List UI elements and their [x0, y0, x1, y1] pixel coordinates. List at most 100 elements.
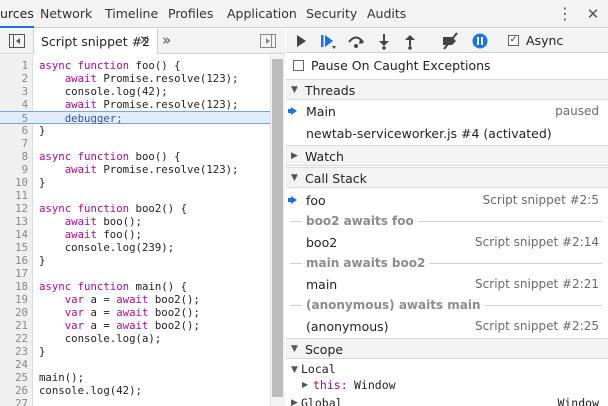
code-line[interactable]: 2 await Promise.resolve(123); — [0, 72, 270, 85]
keyword-token: await — [64, 215, 97, 228]
line-number[interactable]: 13 — [0, 215, 28, 228]
scope-section-header[interactable]: ▼ Scope — [286, 338, 608, 359]
call-frame-location[interactable]: Script snippet #2:14 — [475, 235, 599, 249]
code-line[interactable]: 14 await foo(); — [0, 228, 270, 241]
tab-network[interactable]: Network — [40, 0, 92, 28]
step-over-icon[interactable] — [346, 31, 366, 51]
scope-this-property[interactable]: ▶ this: Window — [286, 376, 608, 393]
call-frame-boo2[interactable]: boo2 Script snippet #2:14 — [286, 232, 608, 253]
deactivate-breakpoints-icon[interactable] — [440, 31, 460, 51]
toggle-navigator-icon[interactable] — [9, 34, 25, 48]
thread-item-serviceworker[interactable]: newtab-serviceworker.js #4 (activated) — [286, 123, 608, 144]
line-number[interactable]: 11 — [0, 189, 28, 202]
line-number[interactable]: 14 — [0, 228, 28, 241]
line-number[interactable]: 16 — [0, 254, 28, 267]
scope-global[interactable]: ▶ Global Window — [286, 395, 608, 406]
editor-scrollbar-thumb[interactable] — [272, 59, 283, 397]
step-out-icon[interactable] — [400, 31, 420, 51]
line-number[interactable]: 22 — [0, 332, 28, 345]
code-line[interactable]: 1 async function foo() { — [0, 59, 270, 72]
line-number[interactable]: 25 — [0, 371, 28, 384]
line-number[interactable]: 27 — [0, 397, 28, 406]
code-editor[interactable]: 1 async function foo() {2 await Promise.r… — [0, 55, 270, 406]
call-stack-section-header[interactable]: ▼ Call Stack — [286, 167, 608, 188]
code-line[interactable]: 22 console.log(a); — [0, 332, 270, 345]
call-frame-foo[interactable]: foo Script snippet #2:5 — [286, 190, 608, 211]
line-number[interactable]: 19 — [0, 293, 28, 306]
line-number[interactable]: 10 — [0, 176, 28, 189]
async-checkbox[interactable]: ✓ — [508, 35, 519, 46]
code-line[interactable]: 26 console.log(42); — [0, 384, 270, 397]
tab-sources[interactable]: urces — [0, 0, 34, 28]
code-line[interactable]: 8 async function boo() { — [0, 150, 270, 163]
code-line[interactable]: 23} — [0, 345, 270, 358]
line-number[interactable]: 26 — [0, 384, 28, 397]
code-line[interactable]: 18 async function main() { — [0, 280, 270, 293]
close-tab-icon[interactable]: × — [139, 33, 150, 48]
collapsed-triangle-icon: ▶ — [302, 380, 309, 389]
resume-icon[interactable] — [291, 31, 311, 51]
step-into-icon[interactable] — [374, 31, 394, 51]
call-frame-location[interactable]: Script snippet #2:21 — [475, 277, 599, 291]
thread-item-main[interactable]: Main paused — [286, 101, 608, 122]
code-line[interactable]: 25 main(); — [0, 371, 270, 384]
toggle-debugger-icon[interactable] — [260, 34, 276, 48]
call-frame-main[interactable]: main Script snippet #2:21 — [286, 274, 608, 295]
tab-audits[interactable]: Audits — [367, 0, 406, 28]
call-frame-location[interactable]: Script snippet #2:25 — [475, 319, 599, 333]
line-number[interactable]: 4 — [0, 98, 28, 111]
code-line[interactable]: 21 var a = await boo2(); — [0, 319, 270, 332]
line-number[interactable]: 23 — [0, 345, 28, 358]
line-number[interactable]: 6 — [0, 124, 28, 137]
code-line[interactable]: 17 — [0, 267, 270, 280]
code-line[interactable]: 6} — [0, 124, 270, 137]
line-number[interactable]: 21 — [0, 319, 28, 332]
code-line-paused[interactable]: 5 debugger; — [0, 111, 270, 125]
code-line[interactable]: 3 console.log(42); — [0, 85, 270, 98]
line-number[interactable]: 9 — [0, 163, 28, 176]
line-number[interactable]: 2 — [0, 72, 28, 85]
code-line[interactable]: 24 — [0, 358, 270, 371]
code-line[interactable]: 13 await boo(); — [0, 215, 270, 228]
file-tab-script-snippet[interactable]: Script snippet #2 × — [33, 29, 158, 54]
kebab-menu-icon[interactable]: ⋮ — [557, 4, 573, 24]
code-line[interactable]: 4 await Promise.resolve(123); — [0, 98, 270, 111]
threads-section-header[interactable]: ▼ Threads — [286, 79, 608, 100]
scope-local[interactable]: ▼ Local — [286, 360, 608, 377]
close-icon[interactable]: ✕ — [585, 4, 601, 24]
pause-on-exceptions-icon[interactable] — [470, 31, 490, 51]
line-number[interactable]: 18 — [0, 280, 28, 293]
call-frame-anonymous[interactable]: (anonymous) Script snippet #2:25 — [286, 316, 608, 337]
code-line[interactable]: 11 — [0, 189, 270, 202]
line-number[interactable]: 12 — [0, 202, 28, 215]
tab-application[interactable]: Application — [227, 0, 297, 28]
more-tabs-icon[interactable]: » — [162, 31, 171, 49]
tab-timeline[interactable]: Timeline — [105, 0, 158, 28]
code-line[interactable]: 15 console.log(239); — [0, 241, 270, 254]
code-line[interactable]: 10} — [0, 176, 270, 189]
code-line[interactable]: 12 async function boo2() { — [0, 202, 270, 215]
line-number[interactable]: 7 — [0, 137, 28, 150]
code-line[interactable]: 7 — [0, 137, 270, 150]
step-over-async-icon[interactable] — [317, 31, 337, 51]
tab-security[interactable]: Security — [306, 0, 357, 28]
line-number[interactable]: 1 — [0, 59, 28, 72]
line-number[interactable]: 15 — [0, 241, 28, 254]
pause-on-caught-checkbox[interactable] — [293, 60, 304, 71]
code-line[interactable]: 9 await Promise.resolve(123); — [0, 163, 270, 176]
code-line[interactable]: 20 var a = await boo2(); — [0, 306, 270, 319]
code-line[interactable]: 27 — [0, 397, 270, 406]
watch-section-header[interactable]: ▶ Watch — [286, 145, 608, 166]
call-frame-location[interactable]: Script snippet #2:5 — [483, 193, 599, 207]
code-text: await Promise.resolve(123); — [64, 72, 239, 85]
tab-profiles[interactable]: Profiles — [168, 0, 213, 28]
code-line[interactable]: 19 var a = await boo2(); — [0, 293, 270, 306]
line-number[interactable]: 3 — [0, 85, 28, 98]
line-number[interactable]: 17 — [0, 267, 28, 280]
code-line[interactable]: 16} — [0, 254, 270, 267]
line-number[interactable]: 24 — [0, 358, 28, 371]
pause-on-caught-row[interactable]: Pause On Caught Exceptions — [286, 55, 608, 76]
file-tab-label: Script snippet #2 — [41, 34, 150, 49]
line-number[interactable]: 20 — [0, 306, 28, 319]
line-number[interactable]: 8 — [0, 150, 28, 163]
